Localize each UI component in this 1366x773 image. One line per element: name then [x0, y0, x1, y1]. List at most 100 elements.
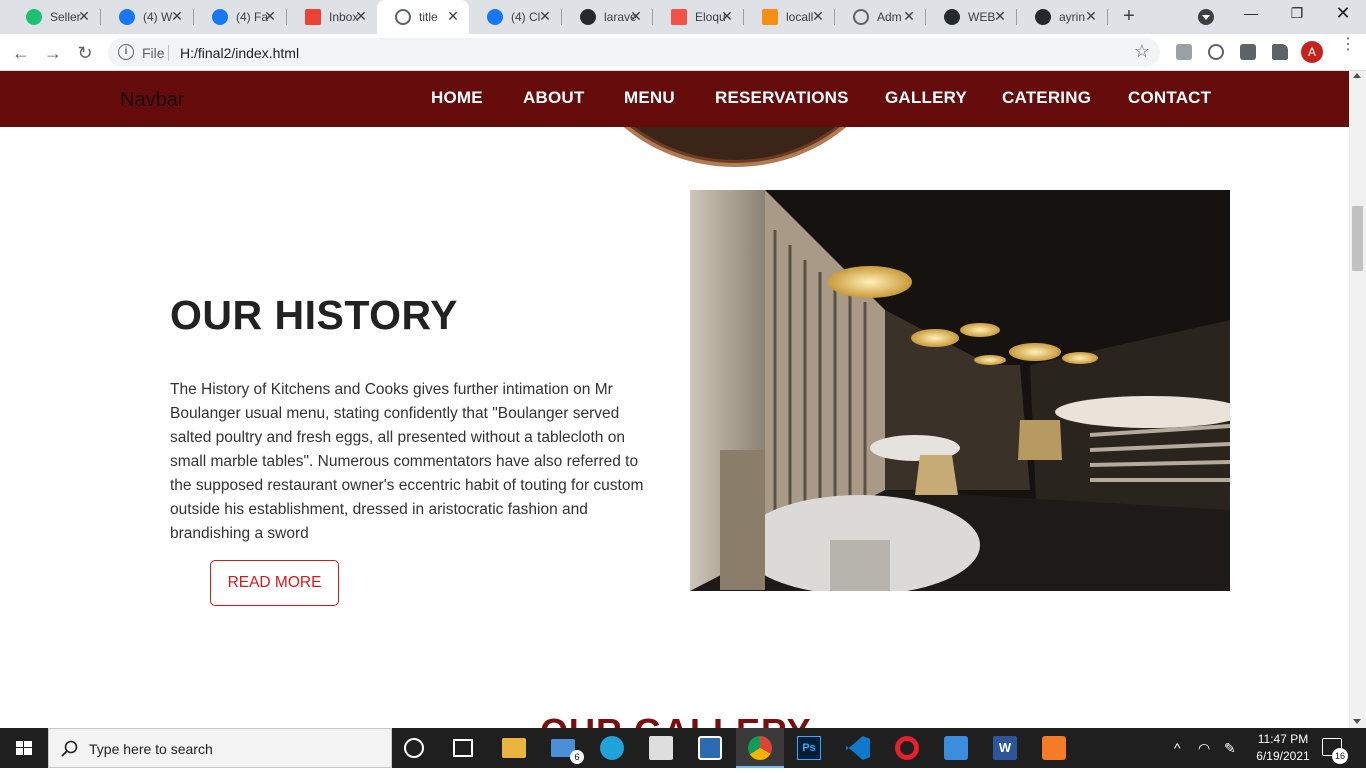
browser-tab[interactable]: (4) Fa ✕ [194, 0, 286, 34]
nav-link-catering[interactable]: CATERING [1002, 88, 1091, 108]
opera-icon[interactable] [895, 736, 919, 760]
facebook-icon [487, 9, 503, 25]
new-tab-button[interactable]: + [1118, 6, 1140, 28]
navbar-brand[interactable]: Navbar [120, 89, 184, 112]
browser-toolbar: ← → ↻ i File H:/final2/index.html ☆ [0, 34, 1366, 71]
close-icon[interactable]: ✕ [353, 8, 369, 24]
video-player-icon[interactable] [944, 736, 968, 760]
browser-tab[interactable]: (4) Cl ✕ [469, 0, 561, 34]
browser-tab-strip: Seller ✕ (4) W ✕ (4) Fa ✕ Inbox ✕ title … [0, 0, 1366, 34]
clock-time: 11:47 PM [1257, 732, 1309, 746]
nav-link-contact[interactable]: CONTACT [1128, 88, 1211, 108]
bookmark-star-icon[interactable]: ☆ [1134, 41, 1150, 62]
address-bar[interactable]: i File H:/final2/index.html ☆ [108, 38, 1160, 67]
scheme-label: File [142, 45, 165, 61]
taskbar-clock[interactable]: 11:47 PM 6/19/2021 [1248, 731, 1318, 765]
url-text[interactable]: H:/final2/index.html [180, 45, 299, 61]
nav-link-gallery[interactable]: GALLERY [885, 88, 967, 108]
close-window-button[interactable]: ✕ [1329, 3, 1357, 24]
close-icon[interactable]: ✕ [445, 8, 461, 24]
close-icon[interactable]: ✕ [810, 8, 826, 24]
clock-date: 6/19/2021 [1256, 749, 1310, 763]
browser-tab[interactable]: (4) W ✕ [101, 0, 193, 34]
nav-link-menu[interactable]: MENU [624, 88, 675, 108]
close-icon[interactable]: ✕ [169, 8, 185, 24]
close-icon[interactable]: ✕ [628, 8, 644, 24]
laravel-icon [671, 9, 687, 25]
chrome-icon[interactable] [748, 736, 772, 760]
store-icon[interactable] [649, 736, 673, 760]
windows-start-icon[interactable] [0, 728, 48, 768]
gallery-heading: OUR GALLERY [540, 711, 812, 728]
forward-arrow-icon[interactable]: → [41, 41, 65, 65]
cloud-extension-icon[interactable] [1208, 44, 1224, 60]
phpmyadmin-icon [762, 9, 778, 25]
scroll-down-arrow-icon[interactable] [1353, 719, 1361, 724]
profile-avatar[interactable]: A [1301, 41, 1323, 63]
fiverr-icon [26, 9, 42, 25]
puzzle-extensions-icon[interactable] [1272, 44, 1288, 60]
browser-tab[interactable]: Eloqu ✕ [653, 0, 743, 34]
chevron-up-icon[interactable]: ^ [1174, 740, 1181, 756]
pdf-extension-icon[interactable] [1176, 44, 1192, 60]
github-icon [1035, 9, 1051, 25]
browser-tab[interactable]: larave ✕ [562, 0, 652, 34]
taskbar-search-box[interactable]: Type here to search [48, 728, 392, 768]
info-icon[interactable]: i [118, 44, 134, 60]
word-icon[interactable]: W [993, 736, 1017, 760]
close-icon[interactable]: ✕ [901, 8, 917, 24]
browser-tab[interactable]: ayrin ✕ [1017, 0, 1107, 34]
browser-tab-active[interactable]: title ✕ [377, 0, 469, 34]
mail-badge: 6 [570, 750, 584, 764]
close-icon[interactable]: ✕ [1083, 8, 1099, 24]
search-placeholder: Type here to search [89, 741, 213, 757]
browser-tab[interactable]: Adm ✕ [835, 0, 925, 34]
close-icon[interactable]: ✕ [992, 8, 1008, 24]
history-heading: OUR HISTORY [170, 292, 458, 338]
page-scrollbar[interactable] [1349, 71, 1366, 728]
tab-search-icon[interactable] [1198, 9, 1214, 25]
xampp-icon[interactable] [1042, 736, 1066, 760]
close-icon[interactable]: ✕ [76, 8, 92, 24]
gmail-icon [305, 9, 321, 25]
task-view-icon[interactable] [453, 739, 473, 757]
read-more-button[interactable]: READ MORE [210, 560, 339, 606]
facebook-icon [119, 9, 135, 25]
notification-badge: 16 [1332, 748, 1348, 764]
pen-icon[interactable]: ✎ [1224, 740, 1236, 757]
wifi-icon[interactable]: ◠ [1198, 740, 1210, 757]
app-icon[interactable] [698, 736, 722, 760]
scrollbar-thumb[interactable] [1352, 206, 1363, 271]
back-arrow-icon[interactable]: ← [9, 41, 33, 65]
close-icon[interactable]: ✕ [537, 8, 553, 24]
site-navbar: Navbar HOME ABOUT MENU RESERVATIONS GALL… [0, 71, 1349, 127]
minimize-button[interactable]: — [1237, 5, 1265, 21]
globe-icon [853, 9, 869, 25]
menu-dots-icon[interactable]: ⋮ [1340, 37, 1356, 53]
github-icon [944, 9, 960, 25]
file-explorer-icon[interactable] [502, 738, 526, 758]
nav-link-home[interactable]: HOME [431, 88, 483, 108]
photoshop-icon[interactable]: Ps [797, 736, 821, 760]
windows-taskbar: Type here to search 6 Ps W ^ ◠ ✎ 11:47 P… [0, 728, 1366, 768]
edge-icon[interactable] [600, 736, 624, 760]
camera-extension-icon[interactable] [1240, 44, 1256, 60]
close-icon[interactable]: ✕ [719, 8, 735, 24]
nav-link-reservations[interactable]: RESERVATIONS [715, 88, 849, 108]
nav-link-about[interactable]: ABOUT [523, 88, 584, 108]
facebook-icon [212, 9, 228, 25]
scroll-up-arrow-icon[interactable] [1353, 73, 1361, 78]
search-icon [61, 740, 78, 757]
browser-tab[interactable]: Inbox ✕ [287, 0, 377, 34]
page-viewport: Navbar HOME ABOUT MENU RESERVATIONS GALL… [0, 71, 1349, 728]
browser-tab[interactable]: WEB ✕ [926, 0, 1016, 34]
vscode-icon[interactable] [846, 736, 870, 760]
browser-tab[interactable]: locall ✕ [744, 0, 834, 34]
browser-tab[interactable]: Seller ✕ [8, 0, 100, 34]
reload-icon[interactable]: ↻ [73, 41, 97, 65]
github-icon [580, 9, 596, 25]
cortana-icon[interactable] [404, 738, 424, 758]
close-icon[interactable]: ✕ [262, 8, 278, 24]
restaurant-interior-image [690, 190, 1230, 591]
restore-button[interactable]: ❐ [1283, 5, 1311, 22]
